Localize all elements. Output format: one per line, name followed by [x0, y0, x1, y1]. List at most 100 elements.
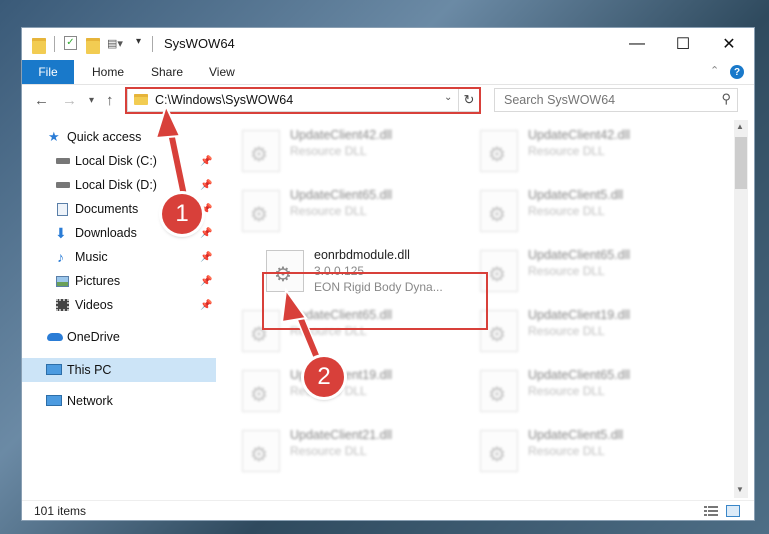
gear-icon: ⚙: [488, 384, 506, 406]
network-icon: [46, 395, 62, 406]
list-item[interactable]: ⚙ UpdateClient42.dll Resource DLL: [242, 126, 472, 176]
dll-file-icon: ⚙: [480, 190, 518, 232]
explorer-window: ✓ ▤▾ ▾ SysWOW64 — ☐ ✕ File Home Share Vi…: [22, 28, 754, 520]
sidebar-item-network[interactable]: Network: [22, 390, 216, 412]
sidebar-item-label: Network: [67, 394, 113, 408]
sidebar-item-label: Videos: [75, 298, 113, 312]
tab-home[interactable]: Home: [92, 65, 124, 79]
file-name: UpdateClient5.dll: [528, 188, 624, 202]
list-item[interactable]: ⚙ UpdateClient19.dll Resource DLL: [480, 306, 710, 356]
chevron-down-icon[interactable]: ▾: [136, 36, 141, 52]
title-bar: ✓ ▤▾ ▾ SysWOW64 — ☐ ✕: [22, 28, 754, 60]
details-view-icon[interactable]: [704, 505, 718, 517]
file-type: Resource DLL: [290, 204, 367, 218]
ribbon: File Home Share View ⌃ ?: [22, 60, 754, 85]
tab-file[interactable]: File: [22, 60, 74, 84]
navigation-pane: ★ Quick access Local Disk (C:) 📌 Local D…: [22, 120, 216, 500]
scrollbar-thumb[interactable]: [735, 137, 747, 189]
gear-icon: ⚙: [250, 384, 268, 406]
list-item[interactable]: ⚙ UpdateClient21.dll Resource DLL: [242, 426, 472, 476]
step-badge-1: 1: [162, 194, 202, 234]
sidebar-item-label: Pictures: [75, 274, 121, 288]
sidebar-item-this-pc[interactable]: This PC: [22, 358, 216, 382]
gear-icon: ⚙: [488, 204, 506, 226]
documents-icon: [57, 202, 68, 216]
help-icon[interactable]: ?: [730, 65, 744, 79]
file-type: Resource DLL: [528, 384, 605, 398]
minimize-button[interactable]: —: [614, 28, 660, 60]
sidebar-item-quick-access[interactable]: ★ Quick access: [22, 126, 216, 148]
gear-icon: ⚙: [488, 264, 506, 286]
sidebar-item-label: This PC: [67, 363, 112, 377]
list-item[interactable]: ⚙ UpdateClient65.dll Resource DLL: [480, 366, 710, 416]
file-type: Resource DLL: [528, 204, 605, 218]
up-arrow-icon[interactable]: ↑: [106, 92, 114, 109]
file-highlight-box: [262, 272, 488, 330]
sidebar-item-onedrive[interactable]: OneDrive: [22, 326, 216, 348]
search-box[interactable]: ⚲: [494, 88, 738, 112]
new-folder-icon[interactable]: [86, 38, 100, 54]
pictures-icon: [56, 275, 69, 287]
sidebar-item-local-disk-d[interactable]: Local Disk (D:) 📌: [22, 174, 216, 196]
sidebar-item-videos[interactable]: Videos 📌: [22, 294, 216, 316]
search-input[interactable]: [502, 92, 706, 108]
pin-icon[interactable]: 📌: [200, 228, 212, 239]
sidebar-item-label: Music: [75, 250, 108, 264]
search-icon: ⚲: [721, 91, 731, 106]
onedrive-icon: [47, 333, 63, 341]
list-item[interactable]: ⚙ UpdateClient65.dll Resource DLL: [480, 246, 710, 296]
list-item[interactable]: ⚙ UpdateClient19.dll Resource DLL: [242, 366, 472, 416]
list-item[interactable]: ⚙ UpdateClient42.dll Resource DLL: [480, 126, 710, 176]
address-highlight-box: [125, 87, 481, 114]
vertical-scrollbar[interactable]: ▲ ▼: [734, 120, 748, 498]
dll-file-icon: ⚙: [242, 370, 280, 412]
close-button[interactable]: ✕: [706, 28, 752, 60]
tiles-view-icon[interactable]: [726, 505, 740, 517]
music-icon: ♪: [57, 249, 64, 265]
sidebar-item-label: Local Disk (D:): [75, 178, 157, 192]
collapse-ribbon-icon[interactable]: ⌃: [710, 64, 719, 77]
pin-icon[interactable]: 📌: [200, 252, 212, 263]
list-item[interactable]: ⚙ UpdateClient5.dll Resource DLL: [480, 426, 710, 476]
gear-icon: ⚙: [250, 444, 268, 466]
computer-icon: [46, 364, 62, 375]
properties-icon[interactable]: ✓: [64, 36, 77, 50]
step-badge-2: 2: [304, 357, 344, 397]
file-name: UpdateClient21.dll: [290, 428, 393, 442]
sidebar-item-label: Quick access: [67, 130, 142, 144]
file-name: UpdateClient65.dll: [528, 368, 631, 382]
separator: [54, 36, 55, 52]
folder-icon: [32, 38, 46, 54]
pin-icon[interactable]: 📌: [200, 300, 212, 311]
sidebar-item-music[interactable]: ♪ Music 📌: [22, 246, 216, 268]
tab-share[interactable]: Share: [151, 65, 183, 79]
dll-file-icon: ⚙: [480, 370, 518, 412]
file-name: UpdateClient42.dll: [528, 128, 631, 142]
dll-file-icon: ⚙: [242, 430, 280, 472]
dll-file-icon: ⚙: [480, 130, 518, 172]
videos-icon: [56, 299, 69, 311]
file-name: UpdateClient19.dll: [528, 308, 631, 322]
tab-view[interactable]: View: [209, 65, 235, 79]
list-item[interactable]: ⚙ UpdateClient65.dll Resource DLL: [242, 186, 472, 236]
file-type: Resource DLL: [528, 444, 605, 458]
dll-file-icon: ⚙: [242, 190, 280, 232]
recent-locations-icon[interactable]: ▾: [89, 95, 94, 106]
scroll-down-icon[interactable]: ▼: [736, 485, 744, 494]
pin-icon[interactable]: 📌: [200, 180, 212, 191]
sidebar-item-local-disk-c[interactable]: Local Disk (C:) 📌: [22, 150, 216, 172]
drive-icon: [56, 182, 70, 188]
back-arrow-icon[interactable]: ←: [34, 92, 49, 109]
forward-arrow-icon[interactable]: →: [62, 92, 77, 109]
sidebar-item-label: Documents: [75, 202, 139, 216]
pin-icon[interactable]: 📌: [200, 156, 212, 167]
dll-file-icon: ⚙: [242, 130, 280, 172]
file-name: UpdateClient5.dll: [528, 428, 624, 442]
scroll-up-icon[interactable]: ▲: [736, 122, 744, 131]
pin-icon[interactable]: 📌: [200, 276, 212, 287]
customize-toolbar-icon[interactable]: ▤▾: [107, 37, 123, 53]
maximize-button[interactable]: ☐: [660, 28, 706, 60]
file-type: Resource DLL: [528, 144, 605, 158]
sidebar-item-pictures[interactable]: Pictures 📌: [22, 270, 216, 292]
list-item[interactable]: ⚙ UpdateClient5.dll Resource DLL: [480, 186, 710, 236]
